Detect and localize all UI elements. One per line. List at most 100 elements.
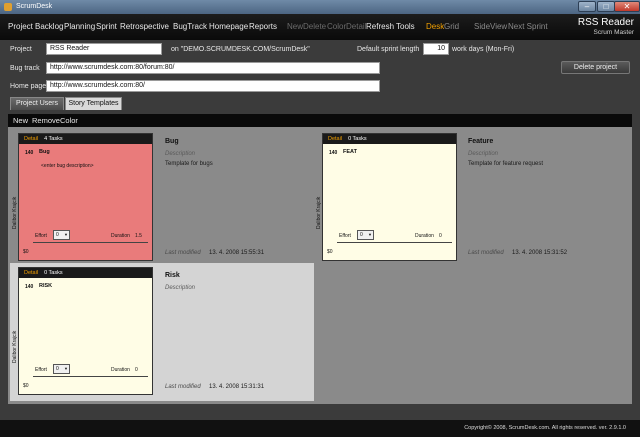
delete-project-button[interactable]: Delete project	[561, 61, 630, 74]
story-card[interactable]: Detail 0 Tasks 140 FEAT Dalibor Krajcik E…	[316, 133, 457, 261]
remove-template-button[interactable]: Remove	[32, 116, 60, 125]
window-title: ScrumDesk	[16, 3, 53, 10]
story-templates-panel: Detail 4 Tasks 140 Bug <enter bug descrip…	[8, 127, 632, 404]
template-modified-label: Last modified	[468, 250, 504, 256]
tab-project-users[interactable]: Project Users	[10, 97, 64, 110]
template-modified-label: Last modified	[165, 250, 201, 256]
project-label: Project	[10, 46, 32, 53]
dropdown-arrow-icon: ▼	[64, 232, 68, 237]
bugtrack-label: Bug track	[10, 65, 40, 72]
card-value: $0	[327, 249, 333, 255]
card-owner: Dalibor Krajcik	[12, 330, 18, 363]
app-icon	[4, 3, 12, 11]
menu-new[interactable]: New	[287, 22, 303, 31]
card-duration-label: Duration	[111, 233, 130, 239]
card-code: RISK	[39, 283, 53, 289]
card-effort-select[interactable]: 0 ▼	[357, 230, 374, 240]
menu-tools[interactable]: Tools	[396, 22, 415, 31]
card-detail-link[interactable]: Detail	[328, 136, 342, 142]
menu-next-sprint[interactable]: Next Sprint	[508, 22, 548, 31]
dropdown-arrow-icon: ▼	[368, 232, 372, 237]
maximize-button[interactable]: □	[597, 1, 615, 12]
menu-planning[interactable]: Planning	[64, 22, 95, 31]
menu-homepage[interactable]: Homepage	[209, 22, 248, 31]
templates-toolbar: New Remove Color	[8, 114, 632, 127]
template-description-label: Description	[165, 151, 196, 157]
card-effort-label: Effort	[339, 233, 351, 239]
card-effort-value: 0	[56, 232, 59, 238]
menu-backlog[interactable]: Backlog	[35, 22, 63, 31]
menu-color[interactable]: Color	[327, 22, 346, 31]
story-card[interactable]: Detail 0 Tasks 140 RISK Dalibor Krajcik E…	[12, 267, 153, 395]
menu-refresh[interactable]: Refresh	[366, 22, 394, 31]
menu-reports[interactable]: Reports	[249, 22, 277, 31]
menu-delete[interactable]: Delete	[303, 22, 326, 31]
menu-grid[interactable]: Grid	[444, 22, 459, 31]
template-item[interactable]: Detail 4 Tasks 140 Bug <enter bug descrip…	[8, 127, 314, 263]
menu-bugtrack[interactable]: BugTrack	[173, 22, 207, 31]
sprint-length-input[interactable]: 10	[423, 43, 449, 55]
menu-desk[interactable]: Desk	[426, 22, 444, 31]
project-brand: RSS Reader Scrum Master	[578, 17, 634, 36]
template-description: Template for feature request	[468, 161, 544, 167]
card-effort-label: Effort	[35, 367, 47, 373]
card-detail-link[interactable]: Detail	[24, 270, 38, 276]
template-item[interactable]: Detail 0 Tasks 140 RISK Dalibor Krajcik E…	[10, 263, 314, 401]
tab-story-templates[interactable]: Story Templates	[65, 97, 122, 110]
main-menubar: Project Backlog Planning Sprint Retrospe…	[0, 14, 640, 40]
template-title: Bug	[165, 138, 179, 145]
brand-project-name: RSS Reader	[577, 17, 634, 28]
template-description-label: Description	[468, 151, 499, 157]
template-description-label: Description	[165, 285, 196, 291]
card-duration: 0	[439, 233, 442, 239]
dropdown-arrow-icon: ▼	[64, 366, 68, 371]
brand-user-role: Scrum Master	[593, 29, 634, 36]
sprint-length-label: Default sprint length	[357, 46, 420, 53]
homepage-label: Home page	[10, 83, 47, 90]
menu-sprint[interactable]: Sprint	[96, 22, 117, 31]
card-number: 140	[329, 150, 338, 156]
minimize-button[interactable]: –	[578, 1, 596, 12]
menu-sideview[interactable]: SideView	[474, 22, 507, 31]
card-header: Detail 0 Tasks	[323, 134, 456, 144]
card-effort-select[interactable]: 0 ▼	[53, 230, 70, 240]
template-item[interactable]: Detail 0 Tasks 140 FEAT Dalibor Krajcik E…	[314, 127, 632, 263]
project-server-label: on "DEMO.SCRUMDESK.COM/ScrumDesk"	[171, 46, 310, 53]
template-description: Template for bugs	[165, 161, 213, 167]
card-effort-select[interactable]: 0 ▼	[53, 364, 70, 374]
card-code: FEAT	[343, 149, 357, 155]
new-template-button[interactable]: New	[13, 116, 28, 125]
card-header: Detail 0 Tasks	[19, 268, 152, 278]
card-owner: Dalibor Krajcik	[316, 196, 322, 229]
menu-retrospective[interactable]: Retrospective	[120, 22, 169, 31]
card-detail-link[interactable]: Detail	[24, 136, 38, 142]
card-divider	[337, 242, 452, 243]
card-tasks-count: 4 Tasks	[44, 136, 63, 142]
card-duration-label: Duration	[415, 233, 434, 239]
homepage-input[interactable]: http://www.scrumdesk.com:80/	[46, 80, 380, 92]
card-effort-value: 0	[360, 232, 363, 238]
card-tasks-count: 0 Tasks	[44, 270, 63, 276]
close-button[interactable]: ✕	[614, 1, 640, 12]
card-tasks-count: 0 Tasks	[348, 136, 367, 142]
card-duration: 0	[135, 367, 138, 373]
card-header: Detail 4 Tasks	[19, 134, 152, 144]
card-value: $0	[23, 383, 29, 389]
template-modified: 13. 4. 2008 15:31:31	[209, 384, 265, 390]
bugtrack-input[interactable]: http://www.scrumdesk.com:80/forum:80/	[46, 62, 380, 74]
menu-detail[interactable]: Detail	[346, 22, 366, 31]
status-footer: Copyright© 2008, ScrumDesk.com. All righ…	[0, 420, 640, 437]
template-title: Feature	[468, 138, 494, 145]
sprint-length-unit: work days (Mon-Fri)	[452, 46, 515, 53]
card-divider	[33, 242, 148, 243]
card-duration: 1.5	[135, 233, 142, 239]
color-template-button[interactable]: Color	[60, 116, 78, 125]
story-card[interactable]: Detail 4 Tasks 140 Bug <enter bug descrip…	[12, 133, 153, 261]
project-name-input[interactable]: RSS Reader	[46, 43, 162, 55]
menu-project[interactable]: Project	[8, 22, 33, 31]
template-modified: 13. 4. 2008 15:31:52	[512, 250, 568, 256]
template-modified: 13. 4. 2008 15:55:31	[209, 250, 265, 256]
window-titlebar: ScrumDesk – □ ✕	[0, 0, 640, 14]
template-modified-label: Last modified	[165, 384, 201, 390]
card-code: Bug	[39, 149, 50, 155]
